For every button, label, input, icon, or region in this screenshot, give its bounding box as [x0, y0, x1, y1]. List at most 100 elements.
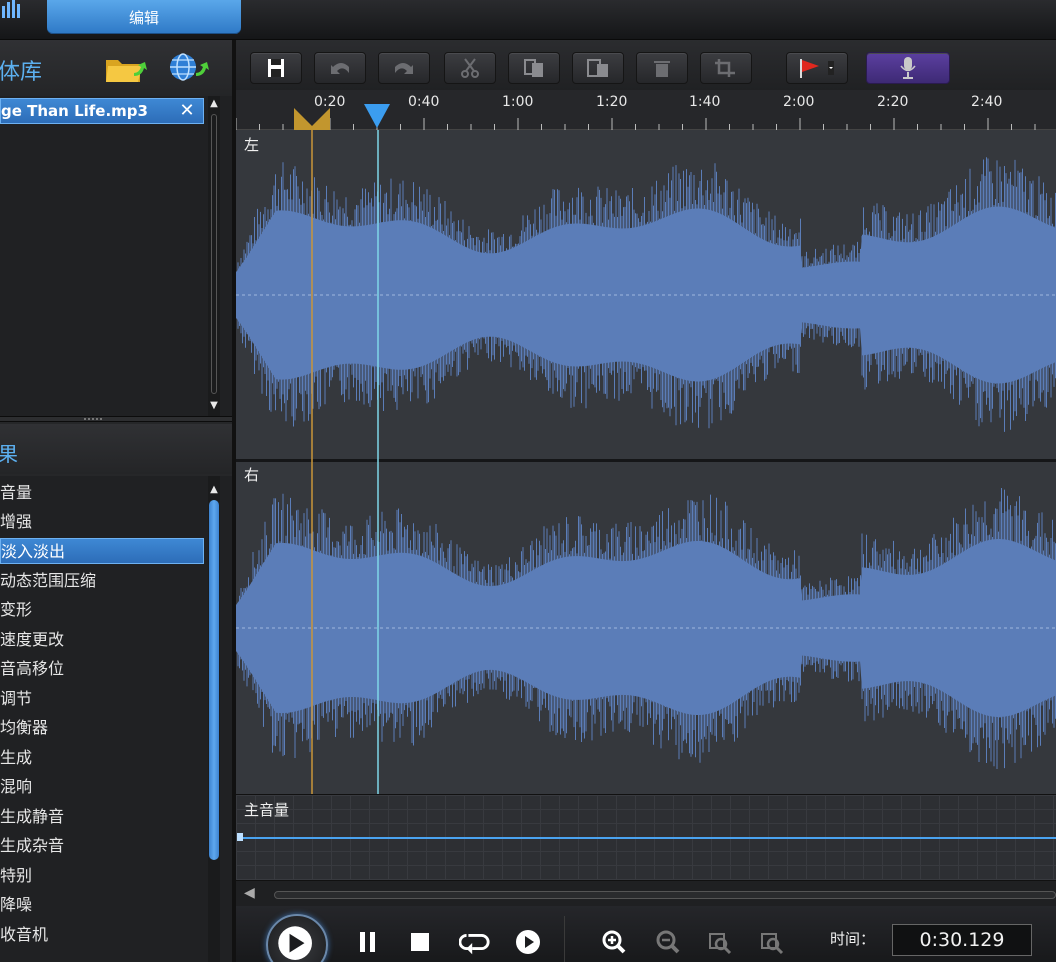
- effect-item-equalizer[interactable]: 均衡器: [0, 715, 204, 741]
- effects-list: 音量 增强 淡入淡出 动态范围压缩 变形 速度更改 音高移位 调节 均衡器 生成…: [0, 476, 232, 962]
- open-folder-icon[interactable]: [104, 54, 150, 86]
- right-channel-waveform: [236, 488, 1056, 769]
- library-scrollbar[interactable]: ▲ ▼: [208, 96, 220, 420]
- library-file-name: ge Than Life.mp3: [1, 102, 148, 120]
- left-channel-waveform: [236, 157, 1056, 432]
- timeline-ruler[interactable]: 0:20 0:40 1:00 1:20 1:40 2:00 2:20 2:40: [236, 90, 1056, 130]
- effect-item-adjust[interactable]: 调节: [0, 686, 204, 712]
- app-logo-icon: [0, 0, 22, 22]
- undo-button[interactable]: [314, 52, 366, 84]
- effect-item-pitch-shift[interactable]: 音高移位: [0, 656, 204, 682]
- effect-item-generate-silence[interactable]: 生成静音: [0, 804, 204, 830]
- redo-icon: [395, 63, 413, 74]
- paste-icon: [587, 59, 608, 77]
- play-selection-button[interactable]: [514, 928, 542, 956]
- transport-separator: [564, 916, 565, 962]
- edit-toolbar: [236, 40, 1056, 90]
- playhead-marker-icon[interactable]: [364, 104, 390, 128]
- effect-item-distortion[interactable]: 变形: [0, 597, 204, 623]
- effect-item-compression[interactable]: 动态范围压缩: [0, 568, 204, 594]
- master-volume-envelope[interactable]: [240, 837, 1056, 839]
- library-scroll-track[interactable]: [211, 114, 217, 394]
- undo-icon: [331, 63, 349, 74]
- effect-item-generate-noise[interactable]: 生成杂音: [0, 833, 204, 859]
- zoom-fit-icon: [761, 933, 784, 955]
- close-icon[interactable]: ✕: [179, 102, 195, 120]
- waveform-canvas[interactable]: [236, 130, 1056, 794]
- ruler-ticks: [236, 118, 1036, 130]
- time-position-field[interactable]: 0:30.129: [892, 924, 1032, 956]
- play-button[interactable]: [266, 914, 328, 962]
- effect-item-speed[interactable]: 速度更改: [0, 627, 204, 653]
- zoom-selection-button[interactable]: [706, 928, 734, 956]
- transport-bar: 时间： 0:30.129: [236, 906, 1056, 962]
- master-volume-track[interactable]: 主音量: [236, 794, 1056, 880]
- crop-button[interactable]: [700, 52, 752, 84]
- delete-button[interactable]: [636, 52, 688, 84]
- media-library-header: 体库: [0, 40, 232, 96]
- left-panel: 体库 ge Than Life.mp3 ✕ ▲ ▼ 果 音量 增强 淡入淡出 动…: [0, 40, 236, 962]
- selection-start-marker-icon[interactable]: [294, 108, 330, 130]
- zoom-out-button[interactable]: [654, 928, 682, 956]
- effect-item-volume[interactable]: 音量: [0, 480, 204, 506]
- paste-button[interactable]: [572, 52, 624, 84]
- scroll-up-icon[interactable]: ▲: [208, 98, 220, 110]
- horizontal-scrollbar[interactable]: ◀: [236, 880, 1056, 906]
- scroll-left-icon[interactable]: ◀: [244, 885, 255, 901]
- pause-button[interactable]: [354, 928, 382, 956]
- effect-item-fade[interactable]: 淡入淡出: [0, 538, 204, 564]
- master-volume-label: 主音量: [244, 801, 290, 819]
- scroll-down-icon[interactable]: ▼: [208, 400, 220, 412]
- top-bar: 编辑: [0, 0, 1056, 40]
- delete-icon: [654, 61, 670, 77]
- effects-title: 果: [0, 442, 18, 466]
- tab-edit[interactable]: 编辑: [47, 0, 241, 34]
- cut-icon: [461, 58, 479, 78]
- media-library-title: 体库: [0, 60, 43, 85]
- cut-button[interactable]: [444, 52, 496, 84]
- master-volume-node[interactable]: [237, 833, 243, 841]
- effect-item-enhance[interactable]: 增强: [0, 509, 204, 535]
- microphone-icon: [900, 57, 916, 79]
- right-channel-label: 右: [244, 466, 260, 484]
- effect-item-noise-reduction[interactable]: 降噪: [0, 892, 204, 918]
- zoom-fit-button[interactable]: [758, 928, 786, 956]
- effect-item-radio[interactable]: 收音机: [0, 922, 204, 948]
- effect-item-special[interactable]: 特别: [0, 863, 204, 889]
- add-marker-button[interactable]: [786, 52, 848, 84]
- zoom-in-button[interactable]: [600, 928, 628, 956]
- effects-scrollbar[interactable]: ▲: [208, 476, 220, 962]
- tick-label: 1:20: [596, 94, 628, 110]
- effects-header: 果: [0, 424, 232, 474]
- tick-label: 0:40: [408, 94, 440, 110]
- play-icon: [278, 926, 312, 960]
- library-file-item[interactable]: ge Than Life.mp3 ✕: [0, 98, 204, 124]
- marker-flag-icon: [800, 59, 834, 78]
- audio-editor-window: 编辑 体库 ge Than Life.mp3 ✕ ▲ ▼ 果 音量 增强 淡入淡…: [0, 0, 1056, 962]
- crop-icon: [715, 59, 735, 77]
- save-icon: [268, 59, 284, 77]
- effect-item-reverb[interactable]: 混响: [0, 774, 204, 800]
- splitter-grip-icon[interactable]: [84, 418, 102, 420]
- zoom-in-icon: [602, 930, 626, 954]
- horizontal-scroll-track[interactable]: [274, 891, 1056, 899]
- effects-scroll-thumb[interactable]: [209, 500, 219, 860]
- loop-button[interactable]: [458, 928, 492, 956]
- web-import-icon[interactable]: [166, 52, 214, 86]
- effect-item-generate[interactable]: 生成: [0, 745, 204, 771]
- copy-button[interactable]: [508, 52, 560, 84]
- waveform-area[interactable]: 左 右: [236, 130, 1056, 794]
- zoom-selection-icon: [709, 933, 732, 955]
- save-button[interactable]: [250, 52, 302, 84]
- stop-button[interactable]: [406, 928, 434, 956]
- tick-label: 2:20: [877, 94, 909, 110]
- panel-splitter[interactable]: [0, 416, 232, 422]
- scroll-up-icon[interactable]: ▲: [208, 484, 220, 496]
- copy-icon: [524, 59, 543, 77]
- left-channel-label: 左: [244, 136, 260, 154]
- record-button[interactable]: [866, 52, 950, 84]
- tick-label: 1:00: [502, 94, 534, 110]
- media-library-list: ge Than Life.mp3 ✕ ▲ ▼: [0, 96, 232, 420]
- redo-button[interactable]: [378, 52, 430, 84]
- play-circle-icon: [516, 930, 540, 954]
